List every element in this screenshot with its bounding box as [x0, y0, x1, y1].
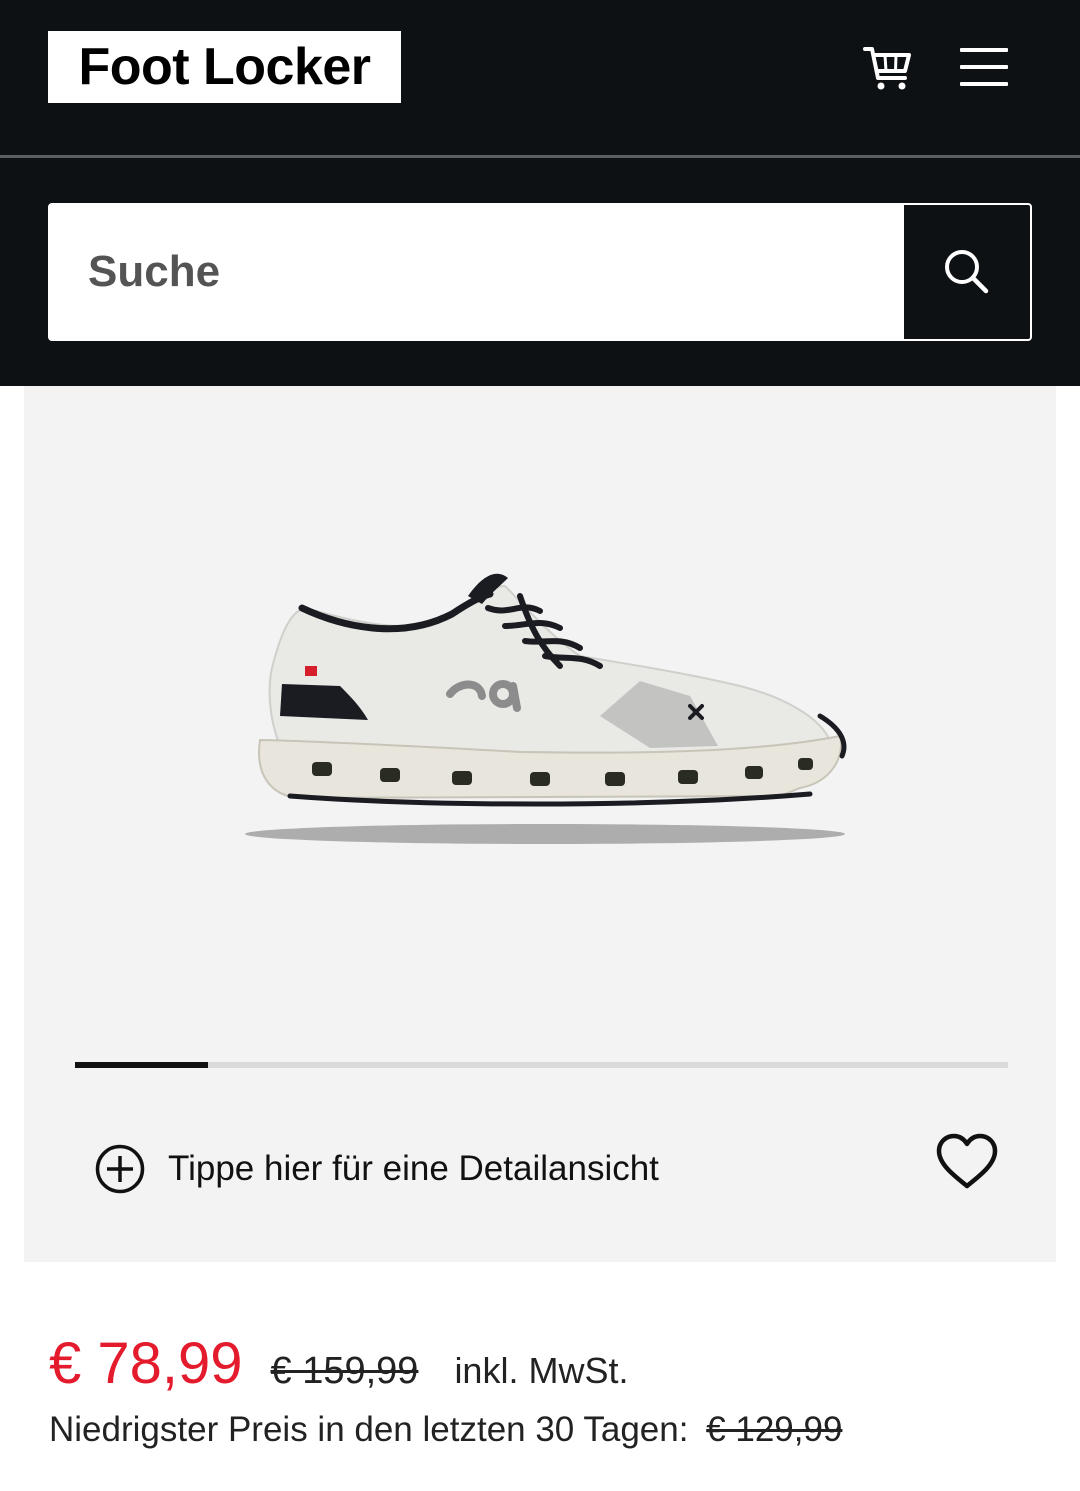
- shoe-flag-patch: [305, 666, 317, 676]
- current-price: € 78,99: [49, 1331, 243, 1396]
- menu-button[interactable]: [955, 42, 1013, 92]
- price-row: € 78,99 € 159,99 inkl. MwSt.: [49, 1330, 628, 1400]
- hamburger-menu-icon-line: [960, 65, 1008, 69]
- foot-locker-logo[interactable]: Foot Locker: [48, 31, 401, 103]
- lowest-price-label: Niedrigster Preis in den letzten 30 Tage…: [49, 1410, 689, 1449]
- gallery-progress-track: [75, 1062, 1008, 1068]
- tax-note: inkl. MwSt.: [454, 1350, 629, 1391]
- plus-circle-icon: [95, 1144, 145, 1194]
- gallery-progress-fill: [75, 1062, 209, 1068]
- detail-view-button[interactable]: Tippe hier für eine Detailansicht: [94, 1141, 659, 1197]
- search-icon: [945, 250, 989, 294]
- search-input[interactable]: [50, 205, 904, 339]
- cart-button[interactable]: [858, 38, 918, 98]
- header-topbar: Foot Locker: [0, 0, 1080, 155]
- shoe-shadow: [245, 824, 845, 844]
- hamburger-menu-icon: [960, 48, 1008, 52]
- lowest-price-row: Niedrigster Preis in den letzten 30 Tage…: [49, 1410, 842, 1450]
- lowest-price-value: € 129,99: [706, 1410, 843, 1449]
- heart-icon: [936, 1133, 998, 1189]
- detail-view-label: Tippe hier für eine Detailansicht: [168, 1149, 659, 1188]
- search-bar: [48, 203, 1032, 341]
- cart-icon: [863, 47, 911, 90]
- header-divider: [0, 155, 1080, 158]
- product-image[interactable]: [220, 556, 860, 856]
- product-gallery[interactable]: Tippe hier für eine Detailansicht: [24, 386, 1056, 1262]
- hamburger-menu-icon-line: [960, 82, 1008, 86]
- shoe-upper: [268, 584, 832, 756]
- search-button[interactable]: [904, 205, 1030, 339]
- wishlist-button[interactable]: [934, 1132, 1000, 1192]
- original-price: € 159,99: [270, 1350, 419, 1392]
- site-header: Foot Locker: [0, 0, 1080, 386]
